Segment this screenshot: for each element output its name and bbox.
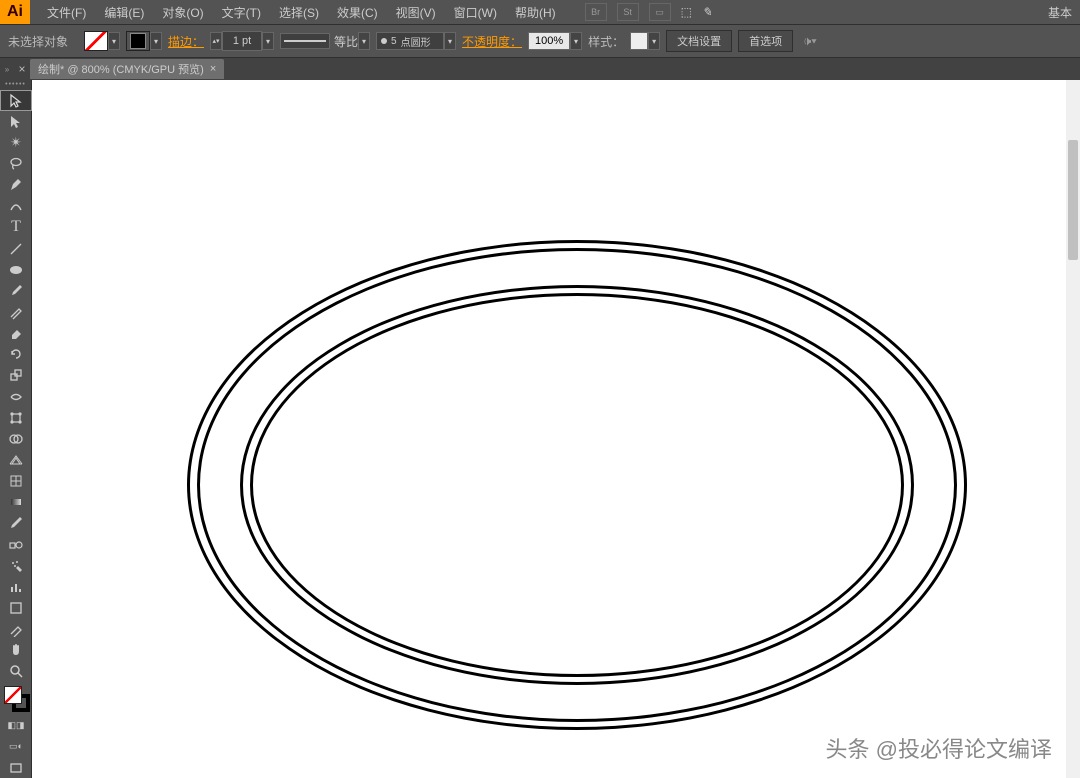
opacity-label[interactable]: 不透明度： — [462, 33, 522, 50]
opacity-dropdown[interactable]: ▾ — [570, 32, 582, 50]
stroke-width-dropdown[interactable]: ▾ — [262, 32, 274, 50]
eraser-tool[interactable] — [0, 323, 32, 344]
bridge-icon[interactable]: Br — [585, 3, 607, 21]
column-graph-tool[interactable] — [0, 576, 32, 597]
menu-file[interactable]: 文件(F) — [38, 4, 95, 21]
style-dropdown[interactable]: ▾ — [648, 32, 660, 50]
menu-select[interactable]: 选择(S) — [270, 4, 328, 21]
preferences-button[interactable]: 首选项 — [738, 30, 793, 52]
stroke-label[interactable]: 描边： — [168, 33, 204, 50]
menu-bar: Ai 文件(F) 编辑(E) 对象(O) 文字(T) 选择(S) 效果(C) 视… — [0, 0, 1080, 24]
scale-tool[interactable] — [0, 365, 32, 386]
stroke-stepper[interactable]: ▴▾ — [210, 32, 222, 50]
fill-color-swatch[interactable] — [84, 31, 108, 51]
menu-window[interactable]: 窗口(W) — [445, 4, 506, 21]
style-label: 样式： — [588, 33, 624, 50]
ellipse-tool[interactable] — [0, 259, 32, 280]
lasso-tool[interactable] — [0, 154, 32, 175]
fill-dropdown[interactable]: ▾ — [108, 32, 120, 50]
stroke-profile[interactable] — [280, 33, 330, 49]
brush-dropdown[interactable]: ▾ — [444, 32, 456, 50]
gradient-tool[interactable] — [0, 492, 32, 513]
paintbrush-tool[interactable] — [0, 280, 32, 301]
menu-object[interactable]: 对象(O) — [153, 4, 212, 21]
tab-expand-icon[interactable]: » — [0, 65, 14, 74]
brush-def[interactable]: 5 点圆形 — [376, 32, 444, 50]
pencil-tool[interactable] — [0, 301, 32, 322]
app-logo: Ai — [0, 0, 30, 24]
align-icon[interactable]: 🕩▾ — [803, 33, 817, 49]
fill-stroke-control[interactable] — [0, 682, 32, 715]
stroke-dropdown[interactable]: ▾ — [150, 32, 162, 50]
close-icon[interactable]: × — [210, 63, 216, 75]
perspective-grid-tool[interactable] — [0, 449, 32, 470]
mesh-tool[interactable] — [0, 471, 32, 492]
tab-title: 绘制* @ 800% (CMYK/GPU 预览) — [38, 61, 204, 77]
profile-dropdown[interactable]: ▾ — [358, 32, 370, 50]
zoom-tool[interactable] — [0, 661, 32, 682]
document-tab-bar: » × 绘制* @ 800% (CMYK/GPU 预览) × — [0, 58, 1080, 80]
symbol-sprayer-tool[interactable] — [0, 555, 32, 576]
screen-mode[interactable] — [0, 757, 32, 778]
doc-setup-button[interactable]: 文档设置 — [666, 30, 732, 52]
draw-mode-row[interactable]: ▭◐ — [0, 736, 32, 757]
shape-builder-tool[interactable] — [0, 428, 32, 449]
artboard-tool[interactable] — [0, 597, 32, 618]
stock-icon[interactable]: St — [617, 3, 639, 21]
menu-items: 文件(F) 编辑(E) 对象(O) 文字(T) 选择(S) 效果(C) 视图(V… — [38, 4, 565, 21]
hand-tool[interactable] — [0, 640, 32, 661]
menu-type[interactable]: 文字(T) — [213, 4, 270, 21]
scrollbar-thumb[interactable] — [1068, 140, 1078, 260]
profile-label: 等比 — [334, 33, 358, 50]
ellipse-inner-2[interactable] — [250, 293, 904, 677]
width-tool[interactable] — [0, 386, 32, 407]
gpu-icon[interactable]: ⬚ — [681, 5, 692, 19]
selection-status: 未选择对象 — [8, 33, 68, 50]
workspace-switcher[interactable]: 基本 — [1048, 4, 1072, 21]
control-bar: 未选择对象 ▾ ▾ 描边： ▴▾ ▾ 等比 ▾ 5 点圆形 ▾ 不透明度： ▾ … — [0, 24, 1080, 58]
slice-tool[interactable] — [0, 619, 32, 640]
menu-help[interactable]: 帮助(H) — [506, 4, 565, 21]
stroke-width-input[interactable] — [222, 31, 262, 51]
menu-edit[interactable]: 编辑(E) — [95, 4, 153, 21]
magic-wand-tool[interactable]: ✴ — [0, 132, 32, 153]
blend-tool[interactable] — [0, 534, 32, 555]
menu-view[interactable]: 视图(V) — [387, 4, 445, 21]
toolbar-grip[interactable]: •••••• — [0, 80, 31, 90]
pen-tool[interactable] — [0, 175, 32, 196]
selection-tool[interactable] — [0, 90, 32, 111]
line-tool[interactable] — [0, 238, 32, 259]
vertical-scrollbar[interactable] — [1066, 80, 1080, 778]
opacity-input[interactable] — [528, 32, 570, 50]
eyedropper-tool[interactable] — [0, 513, 32, 534]
stroke-color-swatch[interactable] — [130, 33, 146, 49]
rotate-tool[interactable] — [0, 344, 32, 365]
feedback-icon[interactable]: ✎ — [702, 5, 712, 19]
arrange-docs-icon[interactable]: ▭ — [649, 3, 671, 21]
document-tab[interactable]: 绘制* @ 800% (CMYK/GPU 预览) × — [30, 59, 224, 79]
curvature-tool[interactable] — [0, 196, 32, 217]
canvas[interactable] — [32, 80, 1080, 778]
menu-effect[interactable]: 效果(C) — [328, 4, 387, 21]
color-mode-row[interactable]: ◧◨ — [0, 715, 32, 736]
tab-list-close[interactable]: × — [14, 62, 30, 76]
direct-selection-tool[interactable] — [0, 111, 32, 132]
style-swatch[interactable] — [630, 32, 648, 50]
tools-panel: •••••• ✴ T ◧◨ ▭◐ — [0, 80, 32, 778]
type-tool[interactable]: T — [0, 217, 32, 238]
free-transform-tool[interactable] — [0, 407, 32, 428]
